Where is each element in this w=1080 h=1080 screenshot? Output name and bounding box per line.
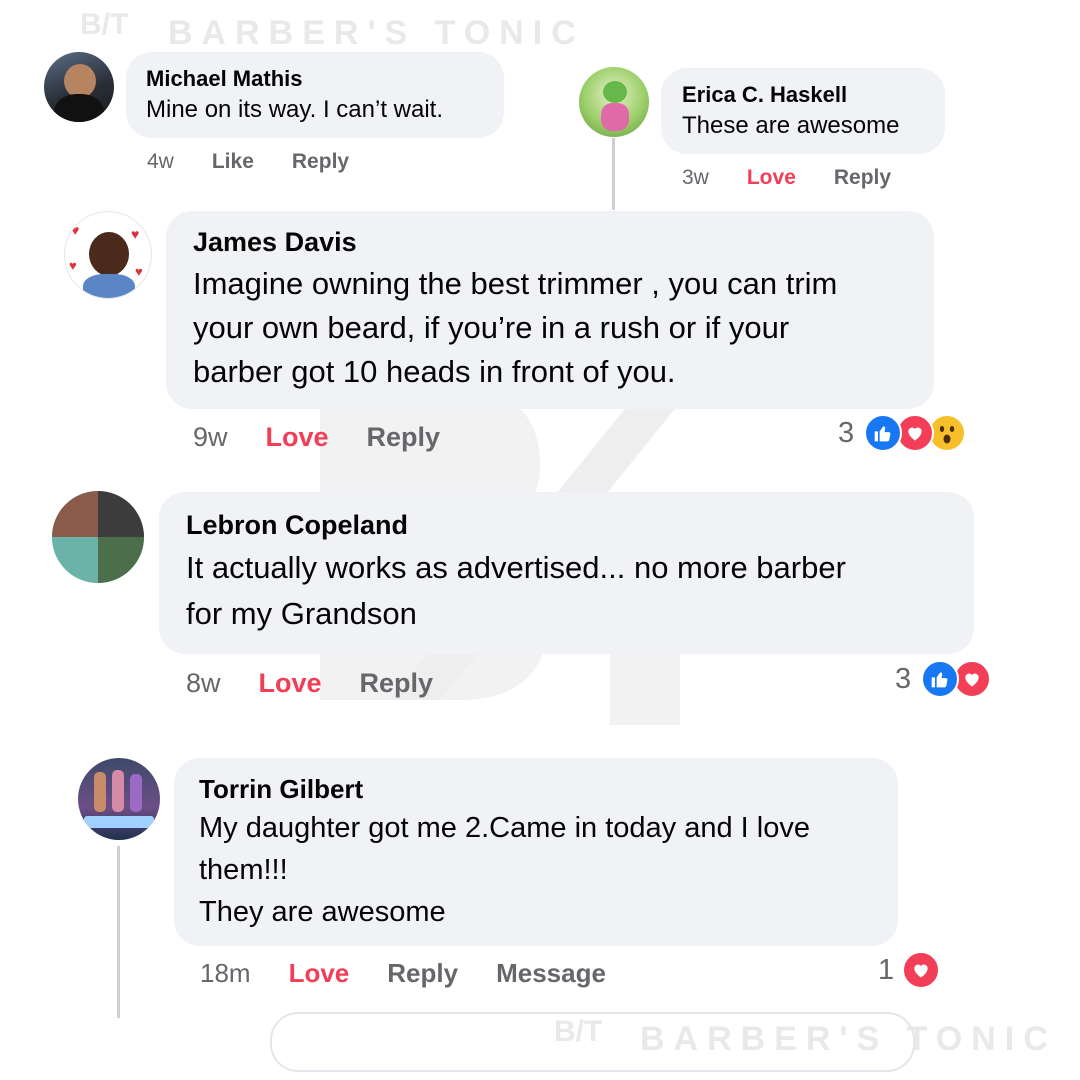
reaction-count: 3 bbox=[895, 662, 912, 695]
like-icon bbox=[921, 660, 960, 698]
comment-bubble: Torrin Gilbert My daughter got me 2.Came… bbox=[174, 758, 898, 946]
love-icon bbox=[902, 951, 941, 989]
commenter-name[interactable]: Erica C. Haskell bbox=[682, 82, 924, 108]
timestamp: 9w bbox=[193, 422, 228, 452]
reaction-summary[interactable]: 1 bbox=[878, 951, 941, 989]
comment-actions: 9w Love Reply bbox=[193, 422, 478, 453]
watermark-mark-top: B/T bbox=[80, 8, 129, 41]
timestamp: 4w bbox=[147, 150, 174, 173]
comment-text-line: Imagine owning the best trimmer , you ca… bbox=[193, 266, 838, 301]
reaction-summary[interactable]: 3 bbox=[895, 660, 992, 698]
reply-composer[interactable] bbox=[270, 1012, 915, 1072]
comment-bubble: James Davis Imagine owning the best trim… bbox=[166, 211, 934, 409]
avatar[interactable] bbox=[78, 758, 160, 840]
like-icon bbox=[864, 414, 903, 452]
love-button[interactable]: Love bbox=[747, 166, 796, 189]
like-button[interactable]: Like bbox=[212, 150, 254, 173]
watermark-brand-top: BARBER'S TONIC bbox=[168, 14, 585, 52]
reaction-summary[interactable]: 3 bbox=[838, 414, 967, 452]
comment-actions: 3w Love Reply bbox=[682, 166, 929, 190]
love-button[interactable]: Love bbox=[289, 958, 350, 988]
commenter-name[interactable]: Michael Mathis bbox=[146, 66, 484, 92]
comment-text-line: your own beard, if you’re in a rush or i… bbox=[193, 310, 790, 345]
reply-button[interactable]: Reply bbox=[360, 668, 434, 698]
comment-text-line: My daughter got me 2.Came in today and I… bbox=[199, 812, 810, 844]
comment-text-line: them!!! bbox=[199, 854, 288, 886]
comment-text-line: for my Grandson bbox=[186, 596, 417, 631]
timestamp: 3w bbox=[682, 166, 709, 189]
avatar[interactable] bbox=[579, 67, 649, 137]
reply-button[interactable]: Reply bbox=[387, 958, 458, 988]
comment-text-line: barber got 10 heads in front of you. bbox=[193, 354, 676, 389]
love-button[interactable]: Love bbox=[259, 668, 322, 698]
timestamp: 18m bbox=[200, 958, 251, 988]
reply-button[interactable]: Reply bbox=[367, 422, 441, 452]
thread-line bbox=[612, 138, 615, 210]
avatar[interactable]: ♥ ♥ ♥ ♥ bbox=[64, 211, 152, 299]
commenter-name[interactable]: James Davis bbox=[193, 227, 907, 258]
reaction-count: 1 bbox=[878, 953, 895, 986]
love-button[interactable]: Love bbox=[266, 422, 329, 452]
thread-line bbox=[117, 846, 120, 1018]
comment-text: Mine on its way. I can’t wait. bbox=[146, 96, 443, 123]
comment-text-line: It actually works as advertised... no mo… bbox=[186, 550, 846, 585]
comment-bubble: Michael Mathis Mine on its way. I can’t … bbox=[126, 52, 504, 138]
comment-actions: 8w Love Reply bbox=[186, 668, 471, 699]
reply-button[interactable]: Reply bbox=[292, 150, 349, 173]
comment-bubble: Erica C. Haskell These are awesome bbox=[661, 68, 945, 154]
message-button[interactable]: Message bbox=[496, 958, 606, 988]
comment-text-line: They are awesome bbox=[199, 896, 446, 928]
reaction-count: 3 bbox=[838, 416, 855, 449]
commenter-name[interactable]: Lebron Copeland bbox=[186, 510, 947, 541]
comment-bubble: Lebron Copeland It actually works as adv… bbox=[159, 492, 974, 654]
avatar[interactable] bbox=[52, 491, 144, 583]
avatar[interactable] bbox=[44, 52, 114, 122]
commenter-name[interactable]: Torrin Gilbert bbox=[199, 774, 873, 805]
comment-actions: 18m Love Reply Message bbox=[200, 958, 644, 989]
comment-actions: 4w Like Reply bbox=[147, 150, 387, 174]
comment-text: These are awesome bbox=[682, 112, 900, 139]
timestamp: 8w bbox=[186, 668, 221, 698]
reply-button[interactable]: Reply bbox=[834, 166, 891, 189]
